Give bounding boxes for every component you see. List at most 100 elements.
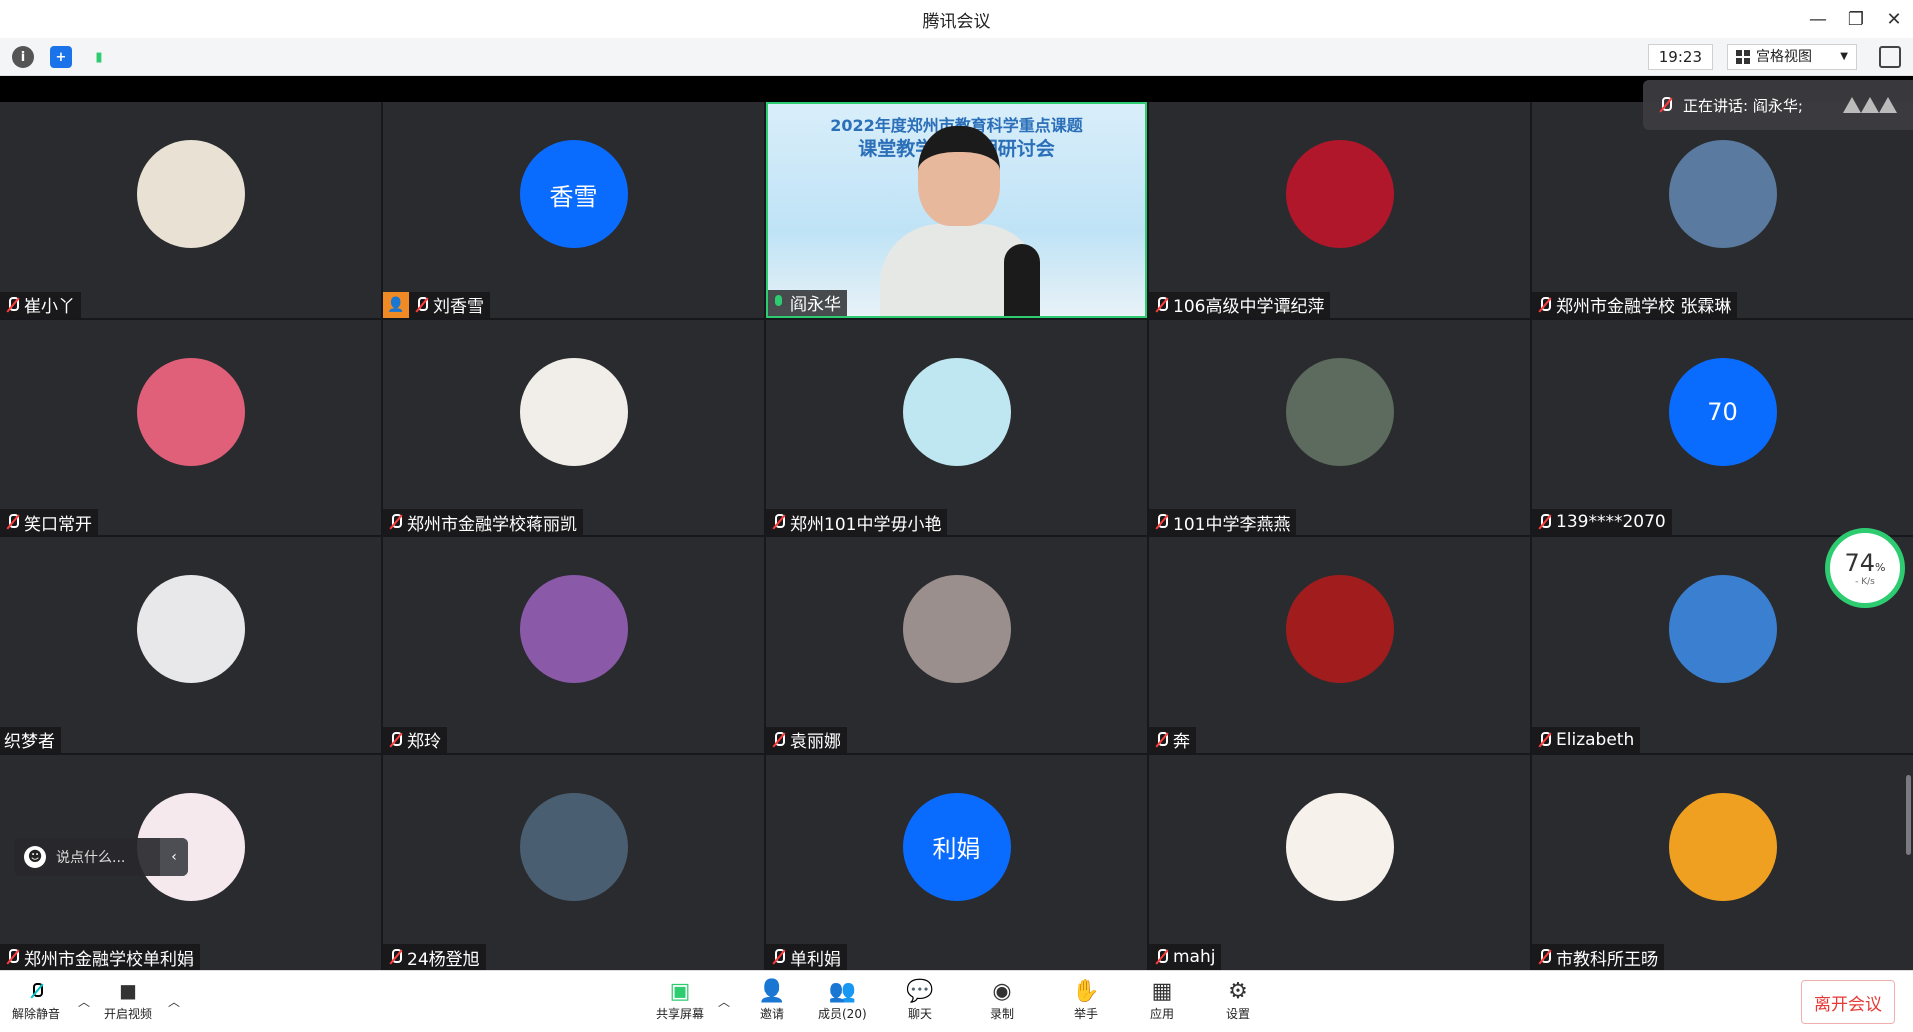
grid-scrollbar[interactable] bbox=[1906, 775, 1911, 855]
raise-hand-button[interactable]: ✋ 举手 bbox=[1070, 977, 1102, 1027]
host-badge-icon: 👤 bbox=[383, 291, 409, 318]
nameplate: 崔小丫 bbox=[0, 291, 81, 318]
avatar bbox=[1285, 357, 1394, 466]
mic-muted-icon bbox=[4, 948, 20, 966]
nameplate: 奔 bbox=[1149, 726, 1196, 753]
participant-tile[interactable]: 郑州101中学毋小艳 bbox=[766, 319, 1147, 535]
video-options-chevron-icon[interactable]: ︿ bbox=[168, 993, 180, 1010]
mic-muted-icon bbox=[1536, 948, 1552, 966]
participant-tile[interactable]: 郑州市金融学校 张霖琳 bbox=[1532, 102, 1913, 318]
mic-muted-icon bbox=[387, 513, 403, 531]
participant-tile[interactable]: 郑州市金融学校蒋丽凯 bbox=[383, 319, 764, 535]
members-icon: 👥 bbox=[828, 978, 857, 1004]
nameplate: 阎永华 bbox=[768, 289, 847, 316]
nameplate: Elizabeth bbox=[1532, 726, 1641, 753]
signal-icon[interactable]: ▮ bbox=[88, 46, 110, 68]
avatar bbox=[902, 575, 1011, 683]
emoji-icon[interactable]: ☻ bbox=[24, 846, 46, 868]
window-title: 腾讯会议 bbox=[922, 11, 991, 32]
participant-name: 郑州市金融学校单利娟 bbox=[24, 949, 194, 970]
title-bar: 腾讯会议 — ❐ ✕ bbox=[0, 0, 1913, 38]
restore-icon[interactable]: ❐ bbox=[1837, 0, 1875, 38]
participant-tile[interactable]: mahj bbox=[1149, 754, 1530, 970]
settings-button[interactable]: ⚙ 设置 bbox=[1222, 977, 1254, 1027]
participant-name: 市教科所王旸 bbox=[1556, 949, 1658, 970]
grid-view-icon bbox=[1736, 50, 1750, 64]
fullscreen-icon[interactable] bbox=[1879, 46, 1901, 68]
meeting-clock: 19:23 bbox=[1647, 44, 1713, 70]
audio-options-chevron-icon[interactable]: ︿ bbox=[78, 993, 90, 1010]
mic-muted-icon bbox=[1153, 731, 1169, 749]
participant-tile[interactable]: 笑口常开 bbox=[0, 319, 381, 535]
view-selector[interactable]: 宫格视图 ▼ bbox=[1727, 44, 1857, 70]
record-button[interactable]: ◉ 录制 bbox=[986, 977, 1018, 1027]
chat-button[interactable]: 💬 聊天 bbox=[904, 977, 936, 1027]
chevron-left-icon[interactable]: ‹ bbox=[160, 838, 188, 876]
participant-tile[interactable]: 24杨登旭 bbox=[383, 754, 764, 970]
participant-name: 织梦者 bbox=[4, 732, 55, 752]
apps-button[interactable]: ▦ 应用 bbox=[1146, 977, 1178, 1027]
participant-tile[interactable]: 106高级中学谭纪萍 bbox=[1149, 102, 1530, 318]
avatar bbox=[519, 575, 628, 683]
participant-tile[interactable]: 利娟 单利娟 bbox=[766, 754, 1147, 970]
participant-tile[interactable]: 袁丽娜 bbox=[766, 537, 1147, 753]
participant-tile[interactable]: 市教科所王旸 bbox=[1532, 754, 1913, 970]
participant-name: 郑州市金融学校蒋丽凯 bbox=[407, 514, 577, 535]
unmute-button[interactable]: 解除静音 bbox=[12, 977, 60, 1027]
start-video-button[interactable]: ◼ 开启视频 bbox=[104, 977, 152, 1027]
start-video-label: 开启视频 bbox=[104, 1007, 153, 1021]
participant-name: 郑玲 bbox=[407, 732, 441, 752]
share-screen-button[interactable]: ▣ 共享屏幕 bbox=[656, 977, 704, 1027]
nameplate: 郑州市金融学校单利娟 bbox=[0, 944, 200, 970]
participant-tile[interactable]: 香雪 👤 刘香雪 bbox=[383, 102, 764, 318]
active-speaker-video[interactable]: 2022年度郑州市教育科学重点课题课堂教学研 中期研讨会阎永华 bbox=[766, 102, 1147, 318]
participant-tile[interactable]: 织梦者 bbox=[0, 537, 381, 753]
network-gauge[interactable]: 74% - K/s bbox=[1825, 528, 1905, 608]
participant-name: 刘香雪 bbox=[433, 297, 484, 317]
minimize-icon[interactable]: — bbox=[1799, 0, 1837, 38]
participant-name: 郑州市金融学校 张霖琳 bbox=[1556, 297, 1732, 317]
participant-name: 106高级中学谭纪萍 bbox=[1173, 297, 1325, 317]
nameplate: 袁丽娜 bbox=[766, 726, 847, 753]
invite-button[interactable]: 👤 邀请 bbox=[756, 977, 788, 1027]
participant-name: 阎永华 bbox=[790, 295, 841, 315]
network-speed: - K/s bbox=[1855, 577, 1875, 587]
avatar bbox=[136, 140, 245, 248]
participant-grid: 崔小丫 香雪 👤 刘香雪 2022年度郑州市教育科学重点课题课堂教学研 中期研讨会阎永华… bbox=[0, 102, 1913, 970]
participant-tile[interactable]: 郑玲 bbox=[383, 537, 764, 753]
nameplate: 笑口常开 bbox=[0, 509, 98, 535]
mic-muted-icon bbox=[770, 513, 786, 531]
apps-label: 应用 bbox=[1149, 1007, 1174, 1021]
shield-icon[interactable]: + bbox=[50, 46, 72, 68]
leave-meeting-button[interactable]: 离开会议 bbox=[1801, 980, 1895, 1024]
nameplate: 郑州市金融学校蒋丽凯 bbox=[383, 509, 583, 535]
invite-label: 邀请 bbox=[759, 1007, 784, 1021]
window-controls: — ❐ ✕ bbox=[1799, 0, 1913, 38]
share-options-chevron-icon[interactable]: ︿ bbox=[718, 993, 730, 1010]
mic-muted-icon bbox=[1153, 296, 1169, 314]
top-toolbar: i + ▮ 19:23 宫格视图 ▼ bbox=[0, 38, 1913, 76]
mic-muted-icon bbox=[1536, 731, 1552, 749]
share-screen-icon: ▣ bbox=[669, 978, 691, 1004]
nameplate: 郑州市金融学校 张霖琳 bbox=[1532, 291, 1738, 318]
quick-chat[interactable]: ☻ 说点什么... ‹ bbox=[14, 838, 188, 876]
share-screen-label: 共享屏幕 bbox=[656, 1007, 705, 1021]
brand-logo-icon bbox=[1843, 93, 1899, 117]
close-icon[interactable]: ✕ bbox=[1875, 0, 1913, 38]
mic-muted-icon bbox=[387, 731, 403, 749]
mic-on-icon bbox=[772, 294, 786, 312]
mic-muted-icon bbox=[1657, 96, 1673, 114]
avatar bbox=[136, 575, 245, 683]
participant-tile[interactable]: 101中学李燕燕 bbox=[1149, 319, 1530, 535]
quick-chat-input[interactable]: 说点什么... bbox=[56, 847, 125, 867]
info-icon[interactable]: i bbox=[12, 46, 34, 68]
invite-user-icon: 👤 bbox=[758, 978, 786, 1004]
participant-tile[interactable]: 崔小丫 bbox=[0, 102, 381, 318]
nameplate: 单利娟 bbox=[766, 944, 847, 970]
record-icon: ◉ bbox=[992, 978, 1012, 1004]
record-label: 录制 bbox=[989, 1007, 1014, 1021]
participant-tile[interactable]: 奔 bbox=[1149, 537, 1530, 753]
mic-muted-icon bbox=[387, 948, 403, 966]
members-button[interactable]: 👥 成员(20) bbox=[818, 977, 867, 1027]
participant-tile[interactable]: 70 139****2070 bbox=[1532, 319, 1913, 535]
